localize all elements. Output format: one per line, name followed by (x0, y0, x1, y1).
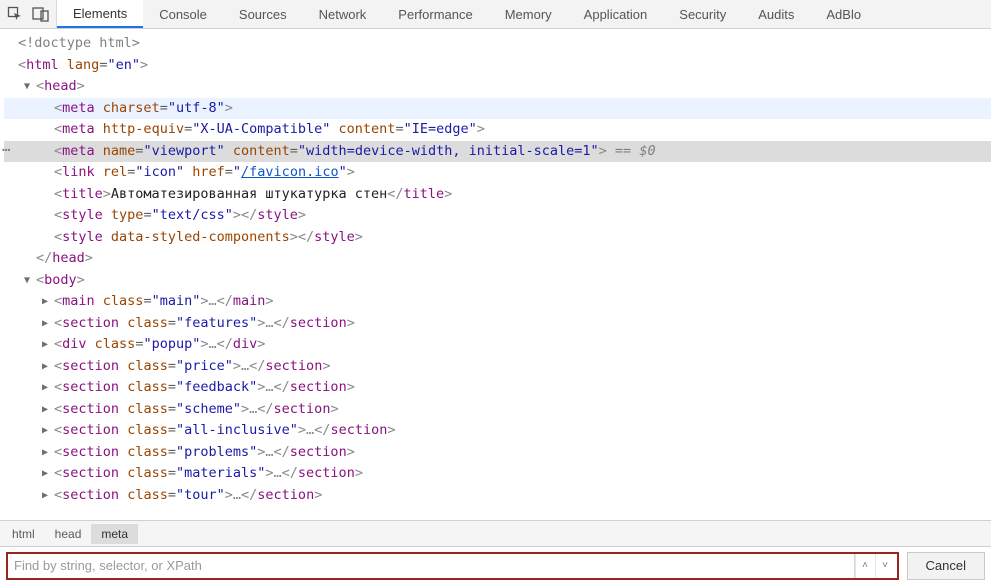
dom-tree-panel[interactable]: <!doctype html> <html lang="en"> <head> … (0, 29, 991, 520)
dom-node-section-problems[interactable]: <section class="problems">…</section> (4, 442, 991, 464)
dom-node-head[interactable]: <head> (4, 76, 991, 98)
dom-node-style-textcss[interactable]: <style type="text/css"></style> (4, 205, 991, 227)
expand-toggle-icon[interactable] (38, 442, 52, 464)
dom-node-link-favicon[interactable]: <link rel="icon" href="/favicon.ico"> (4, 162, 991, 184)
devtools-toolbar: Elements Console Sources Network Perform… (0, 0, 991, 29)
expand-toggle-icon[interactable] (38, 463, 52, 485)
crumb-meta[interactable]: meta (91, 524, 138, 544)
tab-application[interactable]: Application (568, 0, 664, 28)
find-input-box: ˄ ˅ (6, 552, 899, 580)
dom-node-title[interactable]: <title>Автоматезированная штукатурка сте… (4, 184, 991, 206)
expand-toggle-icon[interactable] (38, 291, 52, 313)
devtools-tabs: Elements Console Sources Network Perform… (57, 0, 877, 28)
expand-toggle-icon[interactable] (38, 420, 52, 442)
expand-toggle-icon[interactable] (38, 485, 52, 507)
dom-node-section-all-inclusive[interactable]: <section class="all-inclusive">…</sectio… (4, 420, 991, 442)
device-toolbar-icon[interactable] (32, 5, 50, 23)
dom-node-section-materials[interactable]: <section class="materials">…</section> (4, 463, 991, 485)
dom-node-body[interactable]: <body> (4, 270, 991, 292)
crumb-html[interactable]: html (2, 524, 45, 544)
dom-node-html[interactable]: <html lang="en"> (4, 55, 991, 77)
tab-console[interactable]: Console (143, 0, 223, 28)
dom-node-meta-xua[interactable]: <meta http-equiv="X-UA-Compatible" conte… (4, 119, 991, 141)
find-prev-button[interactable]: ˄ (855, 554, 875, 578)
expand-toggle-icon[interactable] (38, 356, 52, 378)
chevron-up-icon: ˄ (862, 560, 868, 571)
tab-elements[interactable]: Elements (57, 0, 143, 28)
expand-toggle-icon[interactable] (38, 334, 52, 356)
tab-sources[interactable]: Sources (223, 0, 303, 28)
tab-memory[interactable]: Memory (489, 0, 568, 28)
tab-security[interactable]: Security (663, 0, 742, 28)
expand-toggle-icon[interactable] (20, 76, 34, 98)
find-input[interactable] (14, 558, 854, 573)
find-bar: ˄ ˅ Cancel (0, 546, 991, 584)
dom-node-section-price[interactable]: <section class="price">…</section> (4, 356, 991, 378)
crumb-head[interactable]: head (45, 524, 92, 544)
dom-node-div-popup[interactable]: <div class="popup">…</div> (4, 334, 991, 356)
find-cancel-button[interactable]: Cancel (907, 552, 985, 580)
dom-node-doctype[interactable]: <!doctype html> (4, 33, 991, 55)
dom-node-section-features[interactable]: <section class="features">…</section> (4, 313, 991, 335)
expand-toggle-icon[interactable] (38, 377, 52, 399)
dom-node-meta-charset[interactable]: <meta charset="utf-8"> (4, 98, 991, 120)
dom-node-head-close[interactable]: </head> (4, 248, 991, 270)
dom-node-section-tour[interactable]: <section class="tour">…</section> (4, 485, 991, 507)
find-stepper: ˄ ˅ (854, 554, 895, 578)
tab-adblock[interactable]: AdBlo (810, 0, 877, 28)
favicon-href-link[interactable]: /favicon.ico (241, 164, 339, 180)
tab-network[interactable]: Network (303, 0, 383, 28)
toolbar-icon-group (0, 0, 57, 28)
expand-toggle-icon[interactable] (20, 270, 34, 292)
chevron-down-icon: ˅ (882, 560, 888, 571)
dom-node-main[interactable]: <main class="main">…</main> (4, 291, 991, 313)
tab-audits[interactable]: Audits (742, 0, 810, 28)
tab-performance[interactable]: Performance (382, 0, 488, 28)
dom-node-meta-viewport[interactable]: <meta name="viewport" content="width=dev… (4, 141, 991, 163)
dom-node-style-styled[interactable]: <style data-styled-components></style> (4, 227, 991, 249)
expand-toggle-icon[interactable] (38, 399, 52, 421)
find-next-button[interactable]: ˅ (875, 554, 895, 578)
inspect-element-icon[interactable] (6, 5, 24, 23)
dom-node-section-scheme[interactable]: <section class="scheme">…</section> (4, 399, 991, 421)
dom-breadcrumb: html head meta (0, 520, 991, 546)
dom-node-section-feedback[interactable]: <section class="feedback">…</section> (4, 377, 991, 399)
expand-toggle-icon[interactable] (38, 313, 52, 335)
